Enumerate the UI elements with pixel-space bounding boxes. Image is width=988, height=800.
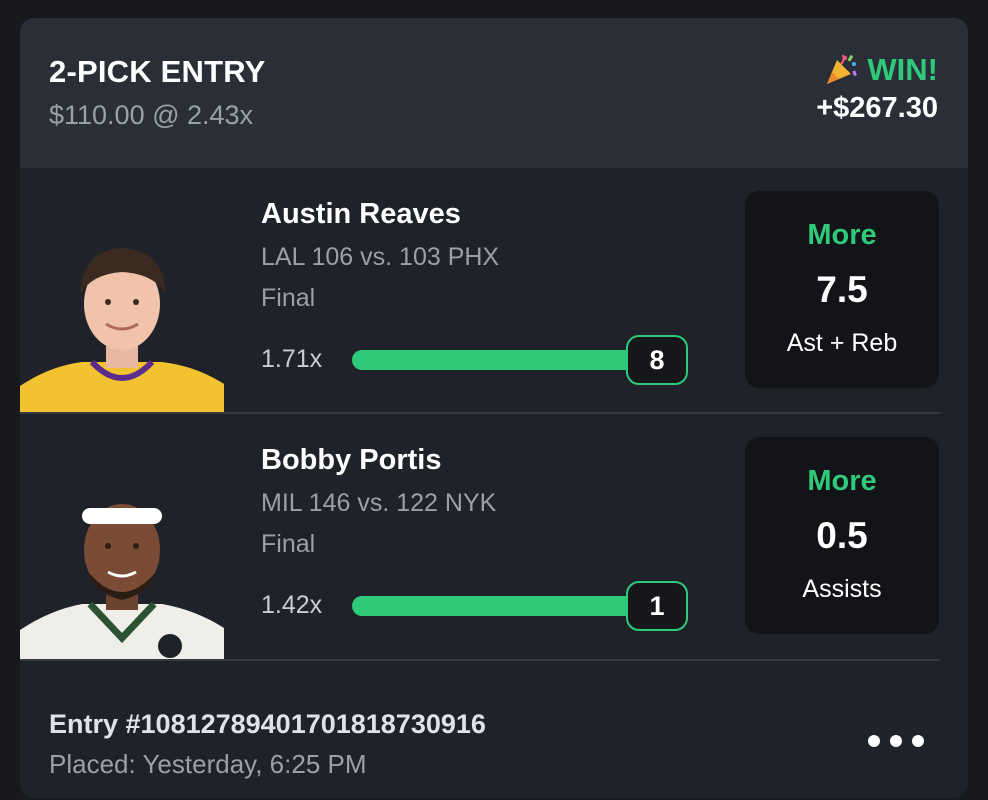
pick-multiplier: 1.71x	[261, 345, 323, 373]
more-horizontal-icon	[890, 735, 902, 747]
player-photo	[20, 216, 224, 414]
entry-title: 2-PICK ENTRY	[49, 54, 266, 89]
more-horizontal-icon	[912, 735, 924, 747]
more-horizontal-icon	[868, 735, 880, 747]
projection-stat: Ast + Reb	[786, 329, 898, 357]
pick-row[interactable]: Bobby Portis MIL 146 vs. 122 NYK Final 1…	[20, 414, 968, 660]
player-photo	[20, 462, 224, 660]
projection-line: 0.5	[816, 515, 868, 556]
result-label: WIN!	[867, 52, 938, 87]
result-indicator: WIN!	[823, 52, 938, 88]
game-score: LAL 106 vs. 103 PHX	[261, 243, 500, 271]
progress-value: 1	[626, 581, 688, 631]
game-status: Final	[261, 530, 316, 558]
player-name: Austin Reaves	[261, 198, 461, 230]
pick-multiplier: 1.42x	[261, 591, 323, 619]
entry-header: 2-PICK ENTRY $110.00 @ 2.43x WIN! +$267.…	[20, 18, 968, 168]
party-popper-icon	[823, 52, 859, 88]
more-options-button[interactable]	[868, 735, 924, 747]
projection-box[interactable]: More 7.5 Ast + Reb	[745, 191, 939, 388]
placed-time: Placed: Yesterday, 6:25 PM	[49, 749, 367, 779]
player-name: Bobby Portis	[261, 444, 442, 476]
game-status: Final	[261, 284, 316, 312]
projection-line: 7.5	[816, 269, 868, 310]
projection-direction: More	[807, 465, 877, 497]
payout-amount: +$267.30	[816, 92, 938, 124]
projection-direction: More	[807, 219, 877, 251]
game-score: MIL 146 vs. 122 NYK	[261, 489, 497, 517]
progress-bar	[352, 596, 652, 616]
entry-footer: Entry #10812789401701818730916 Placed: Y…	[20, 661, 968, 798]
pick-row[interactable]: Austin Reaves LAL 106 vs. 103 PHX Final …	[20, 168, 968, 414]
entry-stake-multiplier: $110.00 @ 2.43x	[49, 100, 254, 130]
entry-id: Entry #10812789401701818730916	[49, 709, 486, 739]
projection-stat: Assists	[802, 575, 882, 603]
progress-bar	[352, 350, 652, 370]
progress-value: 8	[626, 335, 688, 385]
projection-box[interactable]: More 0.5 Assists	[745, 437, 939, 634]
entry-card[interactable]: 2-PICK ENTRY $110.00 @ 2.43x WIN! +$267.…	[20, 18, 968, 798]
